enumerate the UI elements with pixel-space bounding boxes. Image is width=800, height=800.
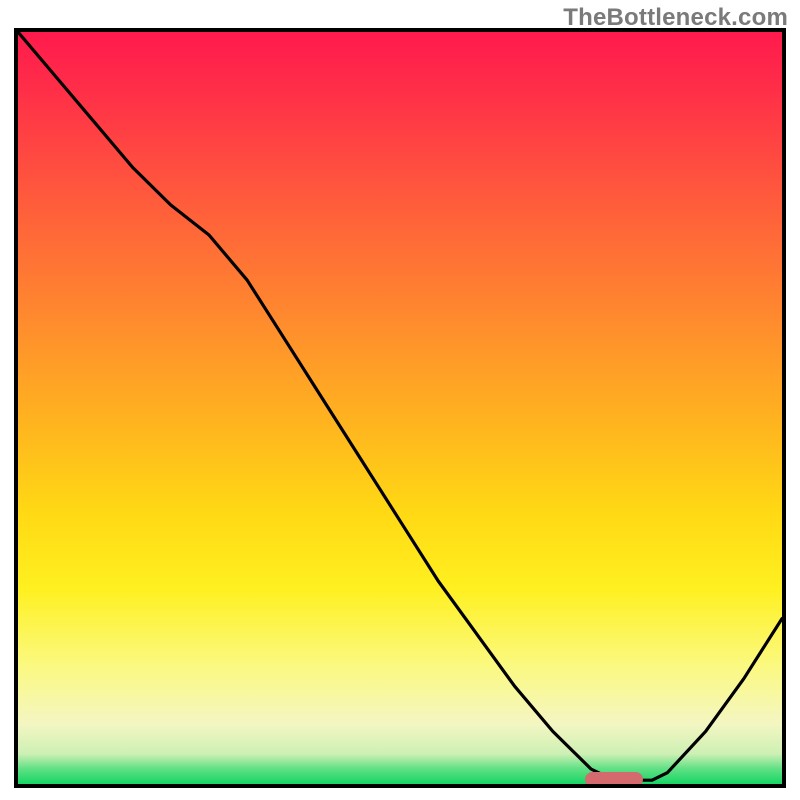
plot-area: [14, 28, 786, 788]
chart-frame: TheBottleneck.com: [0, 0, 800, 800]
watermark: TheBottleneck.com: [563, 4, 788, 32]
bottleneck-curve: [18, 32, 782, 784]
optimal-marker: [585, 772, 642, 787]
